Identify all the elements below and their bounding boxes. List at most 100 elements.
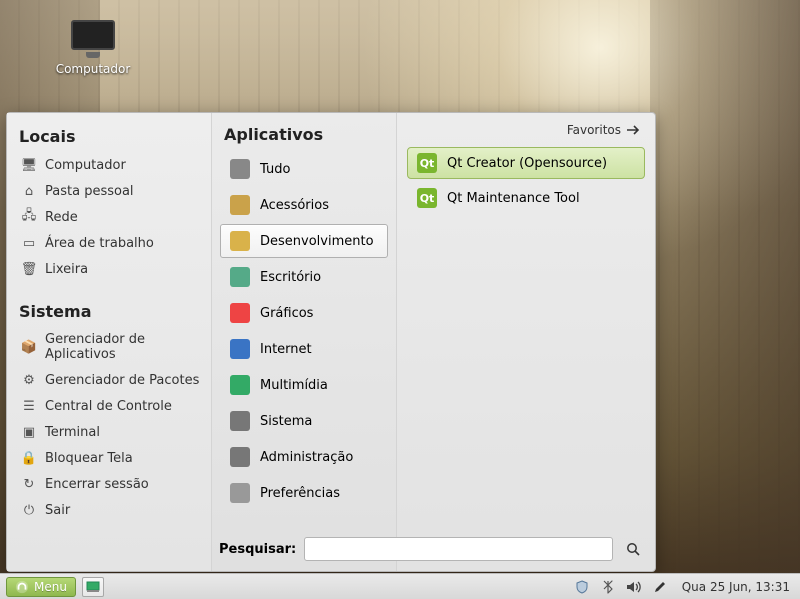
system-tray: Qua 25 Jun, 13:31 [574, 579, 794, 595]
desktop-icon: ▭ [21, 235, 37, 251]
menu-button[interactable]: Menu [6, 577, 76, 597]
lock-icon: 🔒 [21, 450, 37, 466]
system-item-2[interactable]: ☰ Central de Controle [15, 393, 207, 419]
places-item-4[interactable]: 🗑 Lixeira [15, 256, 207, 282]
app-item-1[interactable]: Qt Qt Maintenance Tool [407, 182, 645, 214]
system-item-3[interactable]: ▣Terminal [15, 419, 207, 445]
places-item-label: Rede [45, 210, 78, 225]
category-gráficos[interactable]: Gráficos [220, 296, 388, 330]
system-item-label: Encerrar sessão [45, 477, 149, 492]
all-icon [230, 159, 250, 179]
bluetooth-icon[interactable] [600, 579, 616, 595]
category-label: Preferências [260, 486, 340, 501]
power-icon: ⏻ [21, 502, 37, 518]
places-item-label: Pasta pessoal [45, 184, 134, 199]
desktop-icon-computer[interactable]: Computador [48, 20, 138, 76]
system-item-4[interactable]: 🔒 Bloquear Tela [15, 445, 207, 471]
apps-mgr-icon: 📦 [21, 339, 37, 355]
network-icon: 🖧 [21, 209, 37, 225]
taskbar-show-desktop[interactable] [82, 577, 104, 597]
search-row: Pesquisar: [219, 537, 645, 561]
monitor-icon [71, 20, 115, 50]
app-label: Qt Maintenance Tool [447, 191, 580, 206]
pkg-mgr-icon: ⚙ [21, 372, 37, 388]
category-label: Escritório [260, 270, 321, 285]
qt-icon: Qt [417, 188, 437, 208]
search-label: Pesquisar: [219, 542, 296, 557]
system-heading: Sistema [19, 302, 203, 321]
category-escritório[interactable]: Escritório [220, 260, 388, 294]
search-button[interactable] [621, 537, 645, 561]
office-icon [230, 267, 250, 287]
shield-icon[interactable] [574, 579, 590, 595]
category-internet[interactable]: Internet [220, 332, 388, 366]
desktop-icon-label: Computador [48, 62, 138, 76]
development-icon [230, 231, 250, 251]
places-heading: Locais [19, 127, 203, 146]
favorites-label: Favoritos [567, 123, 621, 137]
internet-icon [230, 339, 250, 359]
category-label: Sistema [260, 414, 312, 429]
system-item-6[interactable]: ⏻ Sair [15, 497, 207, 523]
system-item-label: Central de Controle [45, 399, 172, 414]
multimedia-icon [230, 375, 250, 395]
places-item-label: Computador [45, 158, 126, 173]
places-item-label: Lixeira [45, 262, 88, 277]
category-sistema[interactable]: Sistema [220, 404, 388, 438]
show-desktop-icon [86, 581, 100, 593]
system-item-label: Sair [45, 503, 70, 518]
system-item-label: Bloquear Tela [45, 451, 133, 466]
volume-icon[interactable] [626, 579, 642, 595]
category-tudo[interactable]: Tudo [220, 152, 388, 186]
terminal-icon: ▣ [21, 424, 37, 440]
arrow-right-icon [627, 125, 641, 135]
category-administração[interactable]: Administração [220, 440, 388, 474]
system-icon [230, 411, 250, 431]
category-acessórios[interactable]: Acessórios [220, 188, 388, 222]
category-label: Administração [260, 450, 353, 465]
graphics-icon [230, 303, 250, 323]
category-label: Gráficos [260, 306, 313, 321]
start-menu: Locais 🖥 Computador ⌂ Pasta pessoal 🖧 Rede ▭ Ár… [6, 112, 656, 572]
category-label: Tudo [260, 162, 290, 177]
places-item-2[interactable]: 🖧 Rede [15, 204, 207, 230]
home-icon: ⌂ [21, 183, 37, 199]
menu-button-label: Menu [34, 580, 67, 594]
qt-icon: Qt [417, 153, 437, 173]
apps-heading: Aplicativos [224, 125, 384, 144]
control-center-icon: ☰ [21, 398, 37, 414]
system-item-label: Gerenciador de Aplicativos [45, 332, 201, 362]
mint-logo-icon [15, 580, 29, 594]
category-multimídia[interactable]: Multimídia [220, 368, 388, 402]
app-label: Qt Creator (Opensource) [447, 156, 607, 171]
places-item-1[interactable]: ⌂ Pasta pessoal [15, 178, 207, 204]
monitor-icon: 🖥 [21, 157, 37, 173]
search-input[interactable] [304, 537, 613, 561]
logout-icon: ↻ [21, 476, 37, 492]
app-item-0[interactable]: Qt Qt Creator (Opensource) [407, 147, 645, 179]
trash-icon: 🗑 [21, 261, 37, 277]
prefs-icon [230, 483, 250, 503]
category-label: Internet [260, 342, 312, 357]
accessories-icon [230, 195, 250, 215]
category-label: Multimídia [260, 378, 328, 393]
category-preferências[interactable]: Preferências [220, 476, 388, 510]
system-item-label: Gerenciador de Pacotes [45, 373, 199, 388]
system-item-0[interactable]: 📦 Gerenciador de Aplicativos [15, 327, 207, 367]
taskbar: Menu Qua 25 Jun, 13:31 [0, 573, 800, 599]
pen-icon[interactable] [652, 579, 668, 595]
category-desenvolvimento[interactable]: Desenvolvimento [220, 224, 388, 258]
wallpaper-tower-right [650, 0, 800, 599]
system-item-5[interactable]: ↻ Encerrar sessão [15, 471, 207, 497]
places-item-3[interactable]: ▭ Área de trabalho [15, 230, 207, 256]
menu-apps-column: Favoritos QtQt Creator (Opensource)QtQt … [397, 113, 655, 571]
category-label: Desenvolvimento [260, 234, 374, 249]
places-item-0[interactable]: 🖥 Computador [15, 152, 207, 178]
places-item-label: Área de trabalho [45, 236, 154, 251]
system-item-1[interactable]: ⚙ Gerenciador de Pacotes [15, 367, 207, 393]
admin-icon [230, 447, 250, 467]
menu-categories-column: Aplicativos Tudo Acessórios Desenvolviment… [211, 113, 397, 571]
taskbar-clock[interactable]: Qua 25 Jun, 13:31 [678, 580, 794, 594]
category-label: Acessórios [260, 198, 329, 213]
favorites-link[interactable]: Favoritos [567, 123, 641, 137]
